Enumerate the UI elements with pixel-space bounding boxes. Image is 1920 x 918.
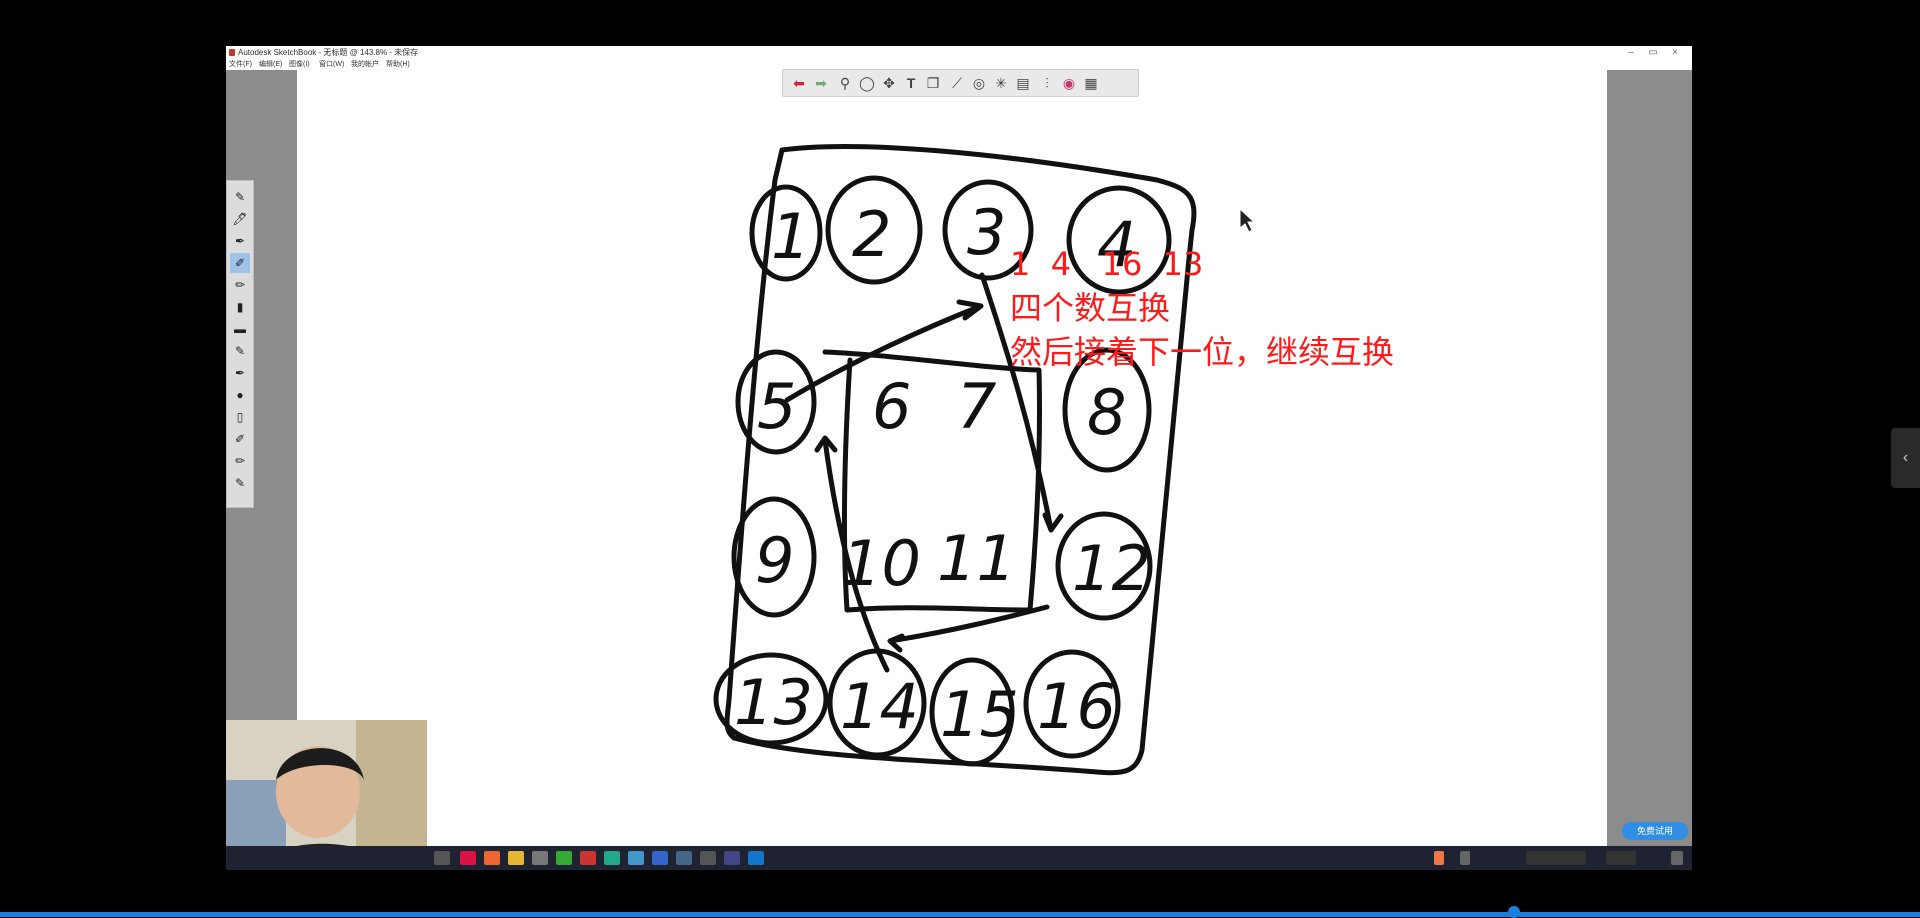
menu-edit[interactable]: 编辑(E) [259,59,282,70]
app-icon-2[interactable] [556,851,572,865]
brush-2-icon[interactable]: 🖊 [230,209,250,229]
ruler-icon[interactable]: ⟋ [947,74,967,92]
brush-12-icon[interactable]: ✐ [230,429,250,449]
color-wheel-icon[interactable]: ◉ [1059,74,1079,92]
sketchbook-taskbar-icon[interactable] [580,851,596,865]
move-icon[interactable]: ✥ [879,74,899,92]
app-icon [229,49,235,56]
windows-taskbar [226,846,1692,870]
ellipse-guide-icon[interactable]: ◎ [969,74,989,92]
menu-image[interactable]: 图像(I) [289,59,310,70]
free-trial-button[interactable]: 免费试用 [1622,822,1688,840]
label-9: 9 [755,524,794,597]
app-icon-4[interactable] [628,851,644,865]
app-icon-3[interactable] [604,851,620,865]
label-16: 16 [1037,670,1116,743]
brush-9-icon[interactable]: ✒ [230,363,250,383]
app-icon-7[interactable] [700,851,716,865]
menu-window[interactable]: 窗口(W) [319,59,344,70]
title-bar: Autodesk SketchBook - 无标题 @ 143.8% - 未保存… [226,46,1692,59]
menu-help[interactable]: 帮助(H) [386,59,410,70]
browser-icon[interactable] [484,851,500,865]
brush-14-icon[interactable]: ✎ [230,473,250,493]
label-5: 5 [757,370,796,443]
tray-icon-1[interactable] [1434,851,1444,865]
label-3: 3 [967,196,1006,269]
brush-11-icon[interactable]: ▯ [230,407,250,427]
brush-6-icon[interactable]: ▮ [230,297,250,317]
layer-icon[interactable]: ▤ [1013,74,1033,92]
annotation-line-3: 然后接着下一位，继续互换 [1010,333,1395,371]
label-2: 2 [852,198,891,271]
label-1: 1 [771,200,810,273]
brush-palette: ✎ 🖊 ✒ ✐ ✏ ▮ ▬ ✎ ✒ ● ▯ ✐ ✏ ✎ [226,180,254,508]
symmetry-icon[interactable]: ✳ [991,74,1011,92]
hand-drawing: 1 2 3 4 5 6 7 8 9 10 11 12 13 14 15 16 [713,144,1256,776]
annotation-line-2: 四个数互换 [1010,289,1171,327]
label-15: 15 [940,678,1019,751]
brush-4-icon[interactable]: ✐ [230,253,250,273]
minimize-button[interactable]: – [1620,46,1642,59]
window-title: Autodesk SketchBook - 无标题 @ 143.8% - 未保存 [238,48,419,57]
drawing-canvas[interactable]: 1 2 3 4 5 6 7 8 9 10 11 12 13 14 15 16 ✎… [226,70,1607,870]
brush-5-icon[interactable]: ✏ [230,275,250,295]
close-button[interactable]: × [1664,46,1686,59]
brush-3-icon[interactable]: ✒ [230,231,250,251]
tray-icons[interactable] [1526,851,1586,865]
label-13: 13 [734,666,813,739]
zoom-icon[interactable]: ⚲ [835,74,855,92]
right-gray-margin [1607,70,1692,870]
copy-icon[interactable]: ❐ [923,74,943,92]
progress-knob[interactable] [1508,906,1520,918]
notification-icon[interactable] [1671,851,1683,865]
tray-icon-2[interactable] [1460,851,1470,865]
brush-palette-icon[interactable]: ⫶ [1037,74,1057,92]
label-10: 10 [842,527,921,600]
brush-7-icon[interactable]: ▬ [230,319,250,339]
sketchbook-window: Autodesk SketchBook - 无标题 @ 143.8% - 未保存… [226,46,1692,870]
brush-13-icon[interactable]: ✏ [230,451,250,471]
label-11: 11 [937,522,1016,595]
app-icon-1[interactable] [532,851,548,865]
app-icon-6[interactable] [676,851,692,865]
arrow-12-to-14 [887,604,1050,653]
label-7: 7 [957,370,996,443]
maximize-button[interactable]: ▭ [1642,46,1664,59]
swatch-icon[interactable]: ▦ [1081,74,1101,92]
label-8: 8 [1087,376,1126,449]
sketchbook-toolbar: ⬅ ➡ ⚲ ◯ ✥ T ❐ ⟋ ◎ ✳ ▤ ⫶ ◉ ▦ [782,69,1139,97]
video-progress-bar[interactable] [0,912,1920,917]
clock-area[interactable] [1606,851,1636,865]
brush-1-icon[interactable]: ✎ [230,187,250,207]
edge-icon[interactable] [748,851,764,865]
annotation-line-1: 1 4 16 13 [1010,245,1204,283]
chrome-icon[interactable] [460,851,476,865]
menu-file[interactable]: 文件(F) [229,59,252,70]
folder-icon[interactable] [508,851,524,865]
side-panel-toggle[interactable]: ‹ [1891,428,1920,488]
redo-icon[interactable]: ➡ [811,74,831,92]
label-12: 12 [1072,532,1151,605]
label-14: 14 [840,670,919,743]
brush-8-icon[interactable]: ✎ [230,341,250,361]
label-6: 6 [872,370,911,443]
menu-account[interactable]: 我的帐户 [351,59,379,70]
app-icon-8[interactable] [724,851,740,865]
lasso-icon[interactable]: ◯ [857,74,877,92]
search-icon[interactable] [434,851,450,865]
mouse-cursor-icon [1239,207,1256,233]
brush-10-icon[interactable]: ● [230,385,250,405]
text-icon[interactable]: T [901,74,921,92]
undo-icon[interactable]: ⬅ [789,74,809,92]
app-icon-5[interactable] [652,851,668,865]
